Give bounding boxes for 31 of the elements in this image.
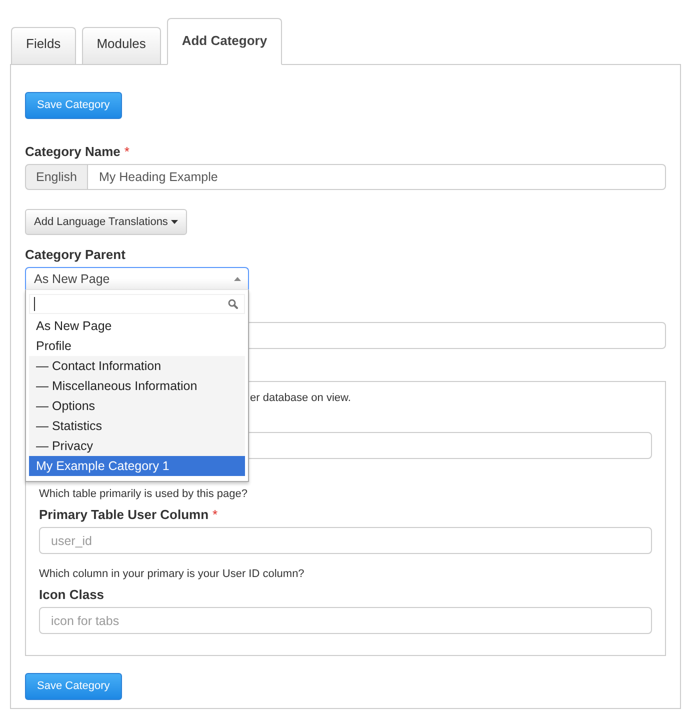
help-text: Which table primarily is used by this page? bbox=[39, 488, 248, 501]
tab[interactable]: Fields bbox=[11, 27, 76, 64]
field-label: Icon Class bbox=[39, 587, 104, 602]
text-cursor-icon bbox=[34, 297, 35, 311]
dropdown-option[interactable]: My Example Category 1 bbox=[29, 456, 245, 476]
name-input[interactable]: My Heading Example bbox=[88, 164, 666, 190]
dropdown-option[interactable]: As New Page bbox=[29, 316, 245, 336]
dropdown-option[interactable]: — Privacy bbox=[29, 436, 245, 456]
language-addon: English bbox=[25, 164, 88, 190]
text-input[interactable]: icon for tabs bbox=[39, 607, 652, 634]
translations-dropdown-button[interactable]: Add Language Translations bbox=[25, 209, 187, 235]
field-label: Primary Table User Column bbox=[39, 507, 209, 522]
tab[interactable]: Modules bbox=[82, 27, 161, 64]
dropdown-option[interactable]: Profile bbox=[29, 336, 245, 356]
required-asterisk: * bbox=[212, 507, 218, 522]
field-label: Category Parent bbox=[25, 247, 126, 262]
required-asterisk: * bbox=[124, 144, 130, 159]
caret-down-icon bbox=[170, 220, 178, 224]
parent-select[interactable]: As New Page bbox=[25, 267, 249, 290]
dropdown-option[interactable]: — Statistics bbox=[29, 416, 245, 436]
help-text: Which column in your primary is your User ID column? bbox=[39, 568, 304, 581]
search-field[interactable] bbox=[29, 294, 245, 314]
field-label: Category Name bbox=[25, 144, 120, 159]
dropdown-option[interactable]: — Miscellaneous Information bbox=[29, 376, 245, 396]
tab[interactable]: Add Category bbox=[166, 18, 282, 65]
text-input[interactable]: user_id bbox=[39, 527, 652, 554]
help-text: er database on view. bbox=[250, 392, 351, 405]
caret-up-icon bbox=[234, 276, 241, 280]
dropdown-option[interactable]: — Options bbox=[29, 396, 245, 416]
search-icon bbox=[228, 299, 238, 309]
dropdown-option[interactable]: — Contact Information bbox=[29, 356, 245, 376]
